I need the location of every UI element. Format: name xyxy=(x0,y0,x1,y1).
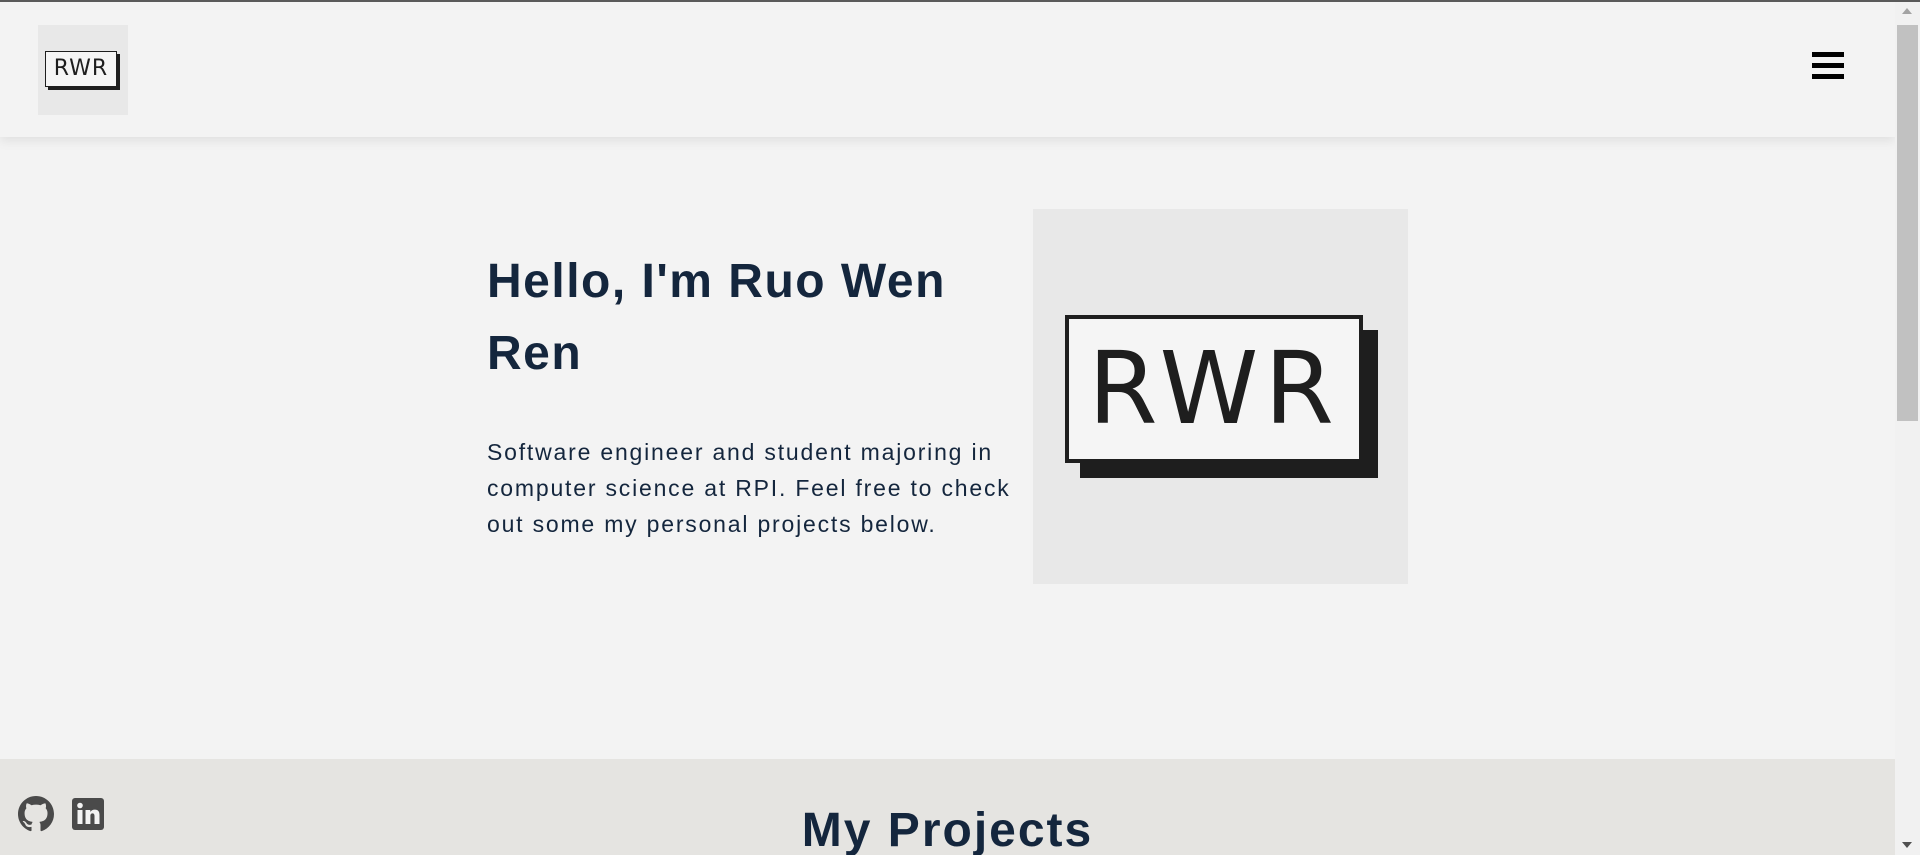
hero-title: Hello, I'm Ruo Wen Ren xyxy=(487,255,946,380)
projects-title: My Projects xyxy=(801,804,1094,855)
hero-logo-text: RWR xyxy=(1088,330,1340,447)
page: RWR Hello, I'm Ruo Wen Ren Software engi… xyxy=(0,2,1895,855)
hero-description: Software engineer and student majoring i… xyxy=(487,439,1011,537)
logo-text: RWR xyxy=(53,56,109,81)
scrollbar-thumb[interactable] xyxy=(1897,25,1918,421)
logo-frame: RWR xyxy=(45,51,117,87)
site-logo[interactable]: RWR xyxy=(38,25,128,115)
projects-section: My Projects xyxy=(0,759,1895,855)
hero-logo-image: RWR xyxy=(1033,209,1408,584)
hamburger-menu-icon[interactable] xyxy=(1812,50,1844,82)
hero-logo-frame: RWR xyxy=(1065,315,1363,463)
site-header: RWR xyxy=(0,2,1895,137)
scroll-up-arrow-icon[interactable] xyxy=(1902,8,1912,14)
github-icon[interactable] xyxy=(18,796,54,832)
linkedin-icon[interactable] xyxy=(70,796,106,832)
scroll-down-arrow-icon[interactable] xyxy=(1902,842,1912,848)
vertical-scrollbar[interactable] xyxy=(1895,2,1920,855)
